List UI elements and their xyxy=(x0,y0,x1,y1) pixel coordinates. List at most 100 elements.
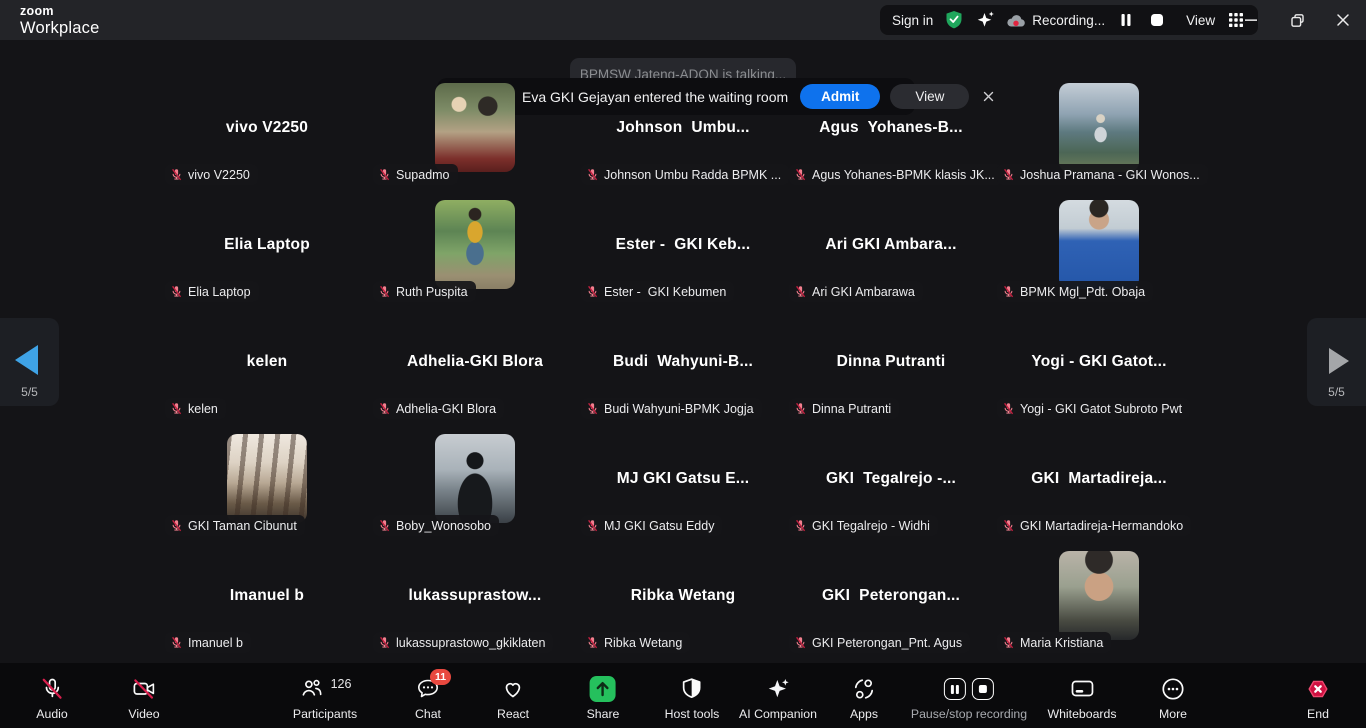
ai-sparkle-icon[interactable] xyxy=(975,10,995,30)
participant-tile[interactable]: Joshua Pramana - GKI Wonos... xyxy=(995,66,1203,183)
sign-in-button[interactable]: Sign in xyxy=(892,13,933,28)
participant-tile[interactable]: Ribka Wetang Ribka Wetang xyxy=(579,534,787,651)
end-meeting-button[interactable]: End xyxy=(1305,676,1331,721)
participants-button[interactable]: 126 Participants xyxy=(293,676,357,721)
ai-companion-label: AI Companion xyxy=(739,707,817,721)
host-tools-button[interactable]: Host tools xyxy=(665,676,720,721)
recording-controls-label: Pause/stop recording xyxy=(911,707,1027,721)
participant-tile[interactable]: Adhelia-GKI Blora Adhelia-GKI Blora xyxy=(371,300,579,417)
apps-button[interactable]: Apps xyxy=(850,676,878,721)
participant-tile[interactable]: Elia Laptop Elia Laptop xyxy=(163,183,371,300)
stop-recording-button[interactable] xyxy=(972,678,994,700)
react-button[interactable]: React xyxy=(497,676,529,721)
participant-tile[interactable]: Ari GKI Ambara... Ari GKI Ambarawa xyxy=(787,183,995,300)
host-tools-label: Host tools xyxy=(665,707,720,721)
participant-label: Maria Kristiana xyxy=(997,632,1111,653)
page-indicator: 5/5 xyxy=(0,385,59,399)
participant-label: Johnson Umbu Radda BPMK ... xyxy=(581,164,789,185)
participant-tile[interactable]: Supadmo xyxy=(371,66,579,183)
participant-display-name: MJ GKI Gatsu E... xyxy=(617,470,750,488)
participant-video xyxy=(435,200,515,289)
end-label: End xyxy=(1307,707,1329,721)
host-tools-icon xyxy=(679,676,705,702)
participant-label-text: Maria Kristiana xyxy=(1020,636,1103,650)
participant-label: Ari GKI Ambarawa xyxy=(789,281,923,302)
pause-recording-icon[interactable] xyxy=(1116,10,1136,30)
participant-tile[interactable]: Agus Yohanes-B... Agus Yohanes-BPMK klas… xyxy=(787,66,995,183)
video-button[interactable]: Video xyxy=(128,676,159,721)
next-page-icon xyxy=(1329,348,1349,374)
participant-tile[interactable]: kelen kelen xyxy=(163,300,371,417)
muted-camera-icon xyxy=(131,676,157,702)
chat-button[interactable]: 11 Chat xyxy=(415,676,441,721)
share-label: Share xyxy=(587,707,620,721)
whiteboards-button[interactable]: Whiteboards xyxy=(1047,676,1116,721)
participant-tile[interactable]: Budi Wahyuni-B... Budi Wahyuni-BPMK Jogj… xyxy=(579,300,787,417)
participant-label-text: Yogi - GKI Gatot Subroto Pwt xyxy=(1020,402,1182,416)
maximize-button[interactable] xyxy=(1274,0,1320,40)
participant-label-text: Boby_Wonosobo xyxy=(396,519,491,533)
participant-tile[interactable]: BPMK Mgl_Pdt. Obaja xyxy=(995,183,1203,300)
logo-workplace-text: Workplace xyxy=(20,20,99,37)
maximize-icon xyxy=(1290,13,1305,28)
participant-tile[interactable]: Johnson Umbu... Johnson Umbu Radda BPMK … xyxy=(579,66,787,183)
previous-page-button[interactable]: 5/5 xyxy=(0,318,59,406)
participant-label-text: lukassuprastowo_gkiklaten xyxy=(396,636,545,650)
close-window-button[interactable] xyxy=(1320,0,1366,40)
participant-tile[interactable]: MJ GKI Gatsu E... MJ GKI Gatsu Eddy xyxy=(579,417,787,534)
participant-label-text: Dinna Putranti xyxy=(812,402,891,416)
participant-tile[interactable]: vivo V2250 vivo V2250 xyxy=(163,66,371,183)
participant-tile[interactable]: Dinna Putranti Dinna Putranti xyxy=(787,300,995,417)
participant-label: Supadmo xyxy=(373,164,458,185)
muted-mic-icon xyxy=(378,519,391,532)
participant-tile[interactable]: Yogi - GKI Gatot... Yogi - GKI Gatot Sub… xyxy=(995,300,1203,417)
participant-tile[interactable]: GKI Martadireja... GKI Martadireja-Herma… xyxy=(995,417,1203,534)
share-button[interactable]: Share xyxy=(587,676,620,721)
participant-label-text: BPMK Mgl_Pdt. Obaja xyxy=(1020,285,1145,299)
video-label: Video xyxy=(128,707,159,721)
more-button[interactable]: More xyxy=(1159,676,1187,721)
participant-label-text: GKI Tegalrejo - Widhi xyxy=(812,519,930,533)
participant-tile[interactable]: Ruth Puspita xyxy=(371,183,579,300)
participant-tile[interactable]: Maria Kristiana xyxy=(995,534,1203,651)
participant-label: Elia Laptop xyxy=(165,281,259,302)
audio-label: Audio xyxy=(36,707,67,721)
participant-tile[interactable]: lukassuprastow... lukassuprastowo_gkikla… xyxy=(371,534,579,651)
muted-mic-icon xyxy=(1002,168,1015,181)
view-button[interactable]: View xyxy=(1186,13,1215,28)
stop-recording-icon[interactable] xyxy=(1147,10,1167,30)
pause-recording-button[interactable] xyxy=(944,678,966,700)
muted-mic-icon xyxy=(1002,285,1015,298)
audio-button[interactable]: Audio xyxy=(36,676,67,721)
participant-tile[interactable]: Imanuel b Imanuel b xyxy=(163,534,371,651)
minimize-button[interactable] xyxy=(1228,0,1274,40)
cloud-recording-icon xyxy=(1006,13,1026,28)
participant-tile[interactable]: Ester - GKI Keb... Ester - GKI Kebumen xyxy=(579,183,787,300)
participant-display-name: GKI Tegalrejo -... xyxy=(826,470,956,488)
participant-label: MJ GKI Gatsu Eddy xyxy=(581,515,722,536)
participant-label-text: Imanuel b xyxy=(188,636,243,650)
shield-check-icon[interactable] xyxy=(944,10,964,30)
participant-video xyxy=(1059,551,1139,640)
muted-mic-icon xyxy=(794,285,807,298)
prev-page-icon xyxy=(15,345,38,375)
muted-mic-icon xyxy=(586,636,599,649)
muted-mic-icon xyxy=(586,168,599,181)
participant-tile[interactable]: Boby_Wonosobo xyxy=(371,417,579,534)
participant-label: Imanuel b xyxy=(165,632,251,653)
ai-companion-button[interactable]: AI Companion xyxy=(739,676,817,721)
muted-mic-icon xyxy=(170,402,183,415)
participant-label: Ester - GKI Kebumen xyxy=(581,281,734,302)
participant-tile[interactable]: GKI Peterongan... GKI Peterongan_Pnt. Ag… xyxy=(787,534,995,651)
participant-display-name: Imanuel b xyxy=(230,587,304,605)
participant-display-name: GKI Martadireja... xyxy=(1031,470,1167,488)
chat-label: Chat xyxy=(415,707,441,721)
participant-tile[interactable]: GKI Taman Cibunut xyxy=(163,417,371,534)
participant-label: Joshua Pramana - GKI Wonos... xyxy=(997,164,1208,185)
participant-label: Dinna Putranti xyxy=(789,398,899,419)
participant-label-text: Agus Yohanes-BPMK klasis JK... xyxy=(812,168,995,182)
ai-companion-icon xyxy=(765,676,791,702)
pause-icon xyxy=(951,685,954,694)
participant-tile[interactable]: GKI Tegalrejo -... GKI Tegalrejo - Widhi xyxy=(787,417,995,534)
next-page-button[interactable]: 5/5 xyxy=(1307,318,1366,406)
